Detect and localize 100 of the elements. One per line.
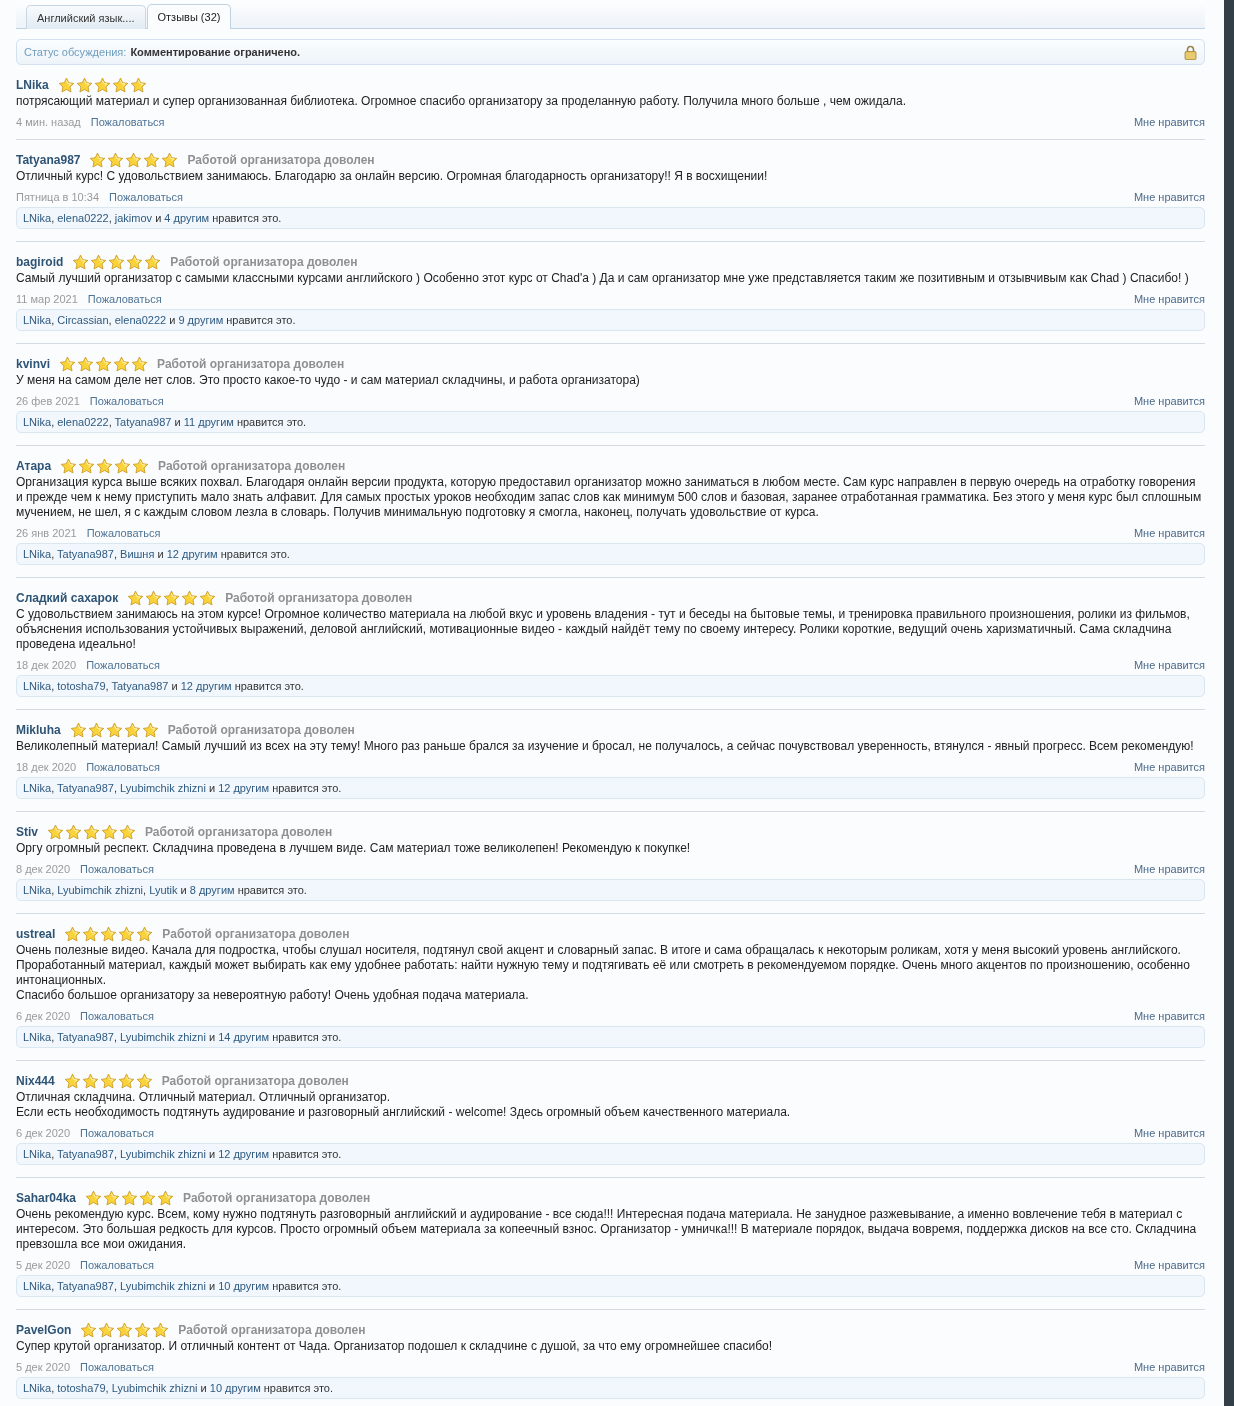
user-link[interactable]: elena0222 xyxy=(57,212,109,224)
star-icon xyxy=(103,1189,121,1207)
verdict-text: Работой организатора доволен xyxy=(183,1191,371,1205)
tab[interactable]: Английский язык.... xyxy=(26,5,146,29)
star-icon xyxy=(101,823,118,841)
user-link[interactable]: Lyubimchik zhizni xyxy=(120,1148,206,1160)
report-link[interactable]: Пожаловаться xyxy=(86,659,161,671)
others-link[interactable]: 10 другим xyxy=(218,1280,270,1292)
author-link[interactable]: Sahar04ka xyxy=(16,1191,77,1205)
author-link[interactable]: ustreal xyxy=(16,927,56,941)
star-icon xyxy=(72,253,90,271)
author-link[interactable]: Mikluha xyxy=(16,723,61,737)
author-link[interactable]: LNika xyxy=(16,78,49,92)
likes-text: LNika, Tatyana987, Lyubimchik zhizni и 10 другим нравится это. xyxy=(23,1280,342,1292)
others-link[interactable]: 4 другим xyxy=(164,212,210,224)
author-link[interactable]: Nix444 xyxy=(16,1074,55,1088)
like-link[interactable]: Мне нравится xyxy=(1133,395,1205,407)
like-link[interactable]: Мне нравится xyxy=(1133,1127,1205,1139)
likes-text: LNika, Lyubimchik zhizni, Lyutik и 8 другим нравится это. xyxy=(23,884,307,896)
review-text: Супер крутой организатор. И отличный контент от Чада. Организатор подошел к складчине с душой, за что ему огромнейшее спасибо! xyxy=(16,1339,774,1354)
like-link[interactable]: Мне нравится xyxy=(1133,116,1205,128)
like-link[interactable]: Мне нравится xyxy=(1133,191,1205,203)
verdict-text: Работой организатора доволен xyxy=(170,255,358,269)
user-link[interactable]: Вишня xyxy=(120,548,155,560)
likes-text: LNika, Tatyana987, Lyubimchik zhizni и 14 другим нравится это. xyxy=(23,1031,342,1043)
like-link[interactable]: Мне нравится xyxy=(1133,659,1205,671)
user-link[interactable]: Tatyana987 xyxy=(57,548,114,560)
report-link[interactable]: Пожаловаться xyxy=(87,293,162,305)
tab[interactable]: Отзывы (32) xyxy=(146,4,232,29)
user-link[interactable]: Lyubimchik zhizni xyxy=(120,782,206,794)
star-icon xyxy=(75,76,93,94)
likes-text: LNika, Circassian, elena0222 и 9 другим нравится это. xyxy=(23,314,296,326)
others-link[interactable]: 8 другим xyxy=(189,884,235,896)
user-link[interactable]: Lyubimchik zhizni xyxy=(120,1280,206,1292)
author-link[interactable]: Сладкий сахарок xyxy=(16,591,119,605)
user-link[interactable]: Tatyana987 xyxy=(57,782,114,794)
review-text: Оргу огромный респект. Складчина проведена в лучшем виде. Сам материал тоже великолепен! Рекомендую к покупке! xyxy=(16,841,692,856)
star-icon xyxy=(105,721,123,739)
like-link[interactable]: Мне нравится xyxy=(1133,761,1205,773)
star-icon xyxy=(80,1321,98,1339)
author-link[interactable]: bagiroid xyxy=(16,255,64,269)
review-text: Отличный курс! С удовольствием занимаюсь. Благодарю за онлайн версию. Огромная благодарность организатору!! Я в восхищении! xyxy=(16,169,769,184)
report-link[interactable]: Пожаловаться xyxy=(86,761,161,773)
author-link[interactable]: Stiv xyxy=(16,825,38,839)
report-link[interactable]: Пожаловаться xyxy=(90,116,165,128)
author-link[interactable]: Tatyana987 xyxy=(16,153,81,167)
others-link[interactable]: 11 другим xyxy=(183,416,234,428)
like-link[interactable]: Мне нравится xyxy=(1133,527,1205,539)
others-link[interactable]: 10 другим xyxy=(209,1382,261,1394)
verdict-text: Работой организатора доволен xyxy=(158,459,346,473)
report-link[interactable]: Пожаловаться xyxy=(80,863,154,875)
user-link[interactable]: elena0222 xyxy=(114,314,167,326)
star-icon xyxy=(127,589,145,607)
user-link[interactable]: Tatyana987 xyxy=(111,680,169,692)
report-link[interactable]: Пожаловаться xyxy=(80,1259,154,1271)
report-link[interactable]: Пожаловаться xyxy=(109,191,183,203)
review-text: Организация курса выше всяких похвал. Благодаря онлайн версии продукта, которую предоставил организатор можно заниматься в любом месте. Сам курс направлен в первую очередь на отработку говорения и прежде чем к нему приступить мало знать алфавит. Для самых простых уроков необходим запас слов как минимум 500 слов и базовая, заранее отработанная грамматика. Без этого у меня курс был сплошным мучением, не шел, я с каждым словом лезла в словарь. Получив минимальную подготовку я смогла, наконец, получать удовольствие от курса. xyxy=(16,475,1203,520)
user-link[interactable]: totosha79 xyxy=(57,680,106,692)
report-link[interactable]: Пожаловаться xyxy=(89,395,164,407)
like-link[interactable]: Мне нравится xyxy=(1133,1361,1205,1373)
others-link[interactable]: 12 другим xyxy=(180,680,232,692)
star-icon xyxy=(89,151,107,169)
others-link[interactable]: 12 другим xyxy=(218,1148,270,1160)
report-link[interactable]: Пожаловаться xyxy=(80,1010,154,1022)
like-link[interactable]: Мне нравится xyxy=(1133,1259,1205,1271)
review-text: У меня на самом деле нет слов. Это просто какое-то чудо - и сам материал складчины, и работа организатора) xyxy=(16,373,641,388)
star-icon xyxy=(118,925,136,943)
user-link[interactable]: Tatyana987 xyxy=(114,416,172,428)
user-link[interactable]: Lyubimchik zhizni xyxy=(111,1382,198,1394)
star-icon xyxy=(136,925,154,943)
star-icon xyxy=(121,1189,139,1207)
star-icon xyxy=(78,457,96,475)
star-icon xyxy=(144,253,162,271)
user-link[interactable]: Tatyana987 xyxy=(57,1031,114,1043)
author-link[interactable]: PavelGon xyxy=(16,1323,72,1337)
user-link[interactable]: Circassian xyxy=(57,314,109,326)
star-icon xyxy=(126,253,144,271)
others-link[interactable]: 12 другим xyxy=(218,782,270,794)
like-link[interactable]: Мне нравится xyxy=(1133,1010,1205,1022)
report-link[interactable]: Пожаловаться xyxy=(80,1127,154,1139)
user-link[interactable]: elena0222 xyxy=(57,416,109,428)
report-link[interactable]: Пожаловаться xyxy=(86,527,161,539)
author-link[interactable]: kvinvi xyxy=(16,357,51,371)
others-link[interactable]: 14 другим xyxy=(218,1031,270,1043)
others-link[interactable]: 9 другим xyxy=(178,314,224,326)
user-link[interactable]: totosha79 xyxy=(57,1382,106,1394)
user-link[interactable]: Lyutik xyxy=(149,884,178,896)
user-link[interactable]: Tatyana987 xyxy=(57,1280,114,1292)
author-link[interactable]: Атара xyxy=(16,459,52,473)
user-link[interactable]: Lyubimchik zhizni xyxy=(120,1031,206,1043)
report-link[interactable]: Пожаловаться xyxy=(80,1361,154,1373)
star-icon xyxy=(152,1321,170,1339)
user-link[interactable]: Tatyana987 xyxy=(57,1148,114,1160)
others-link[interactable]: 12 другим xyxy=(166,548,218,560)
user-link[interactable]: jakimov xyxy=(114,212,153,224)
like-link[interactable]: Мне нравится xyxy=(1133,293,1205,305)
like-link[interactable]: Мне нравится xyxy=(1133,863,1205,875)
post-date: 18 дек 2020 xyxy=(16,659,77,671)
status-label: Статус обсуждения: xyxy=(24,46,127,58)
star-icon xyxy=(132,457,150,475)
